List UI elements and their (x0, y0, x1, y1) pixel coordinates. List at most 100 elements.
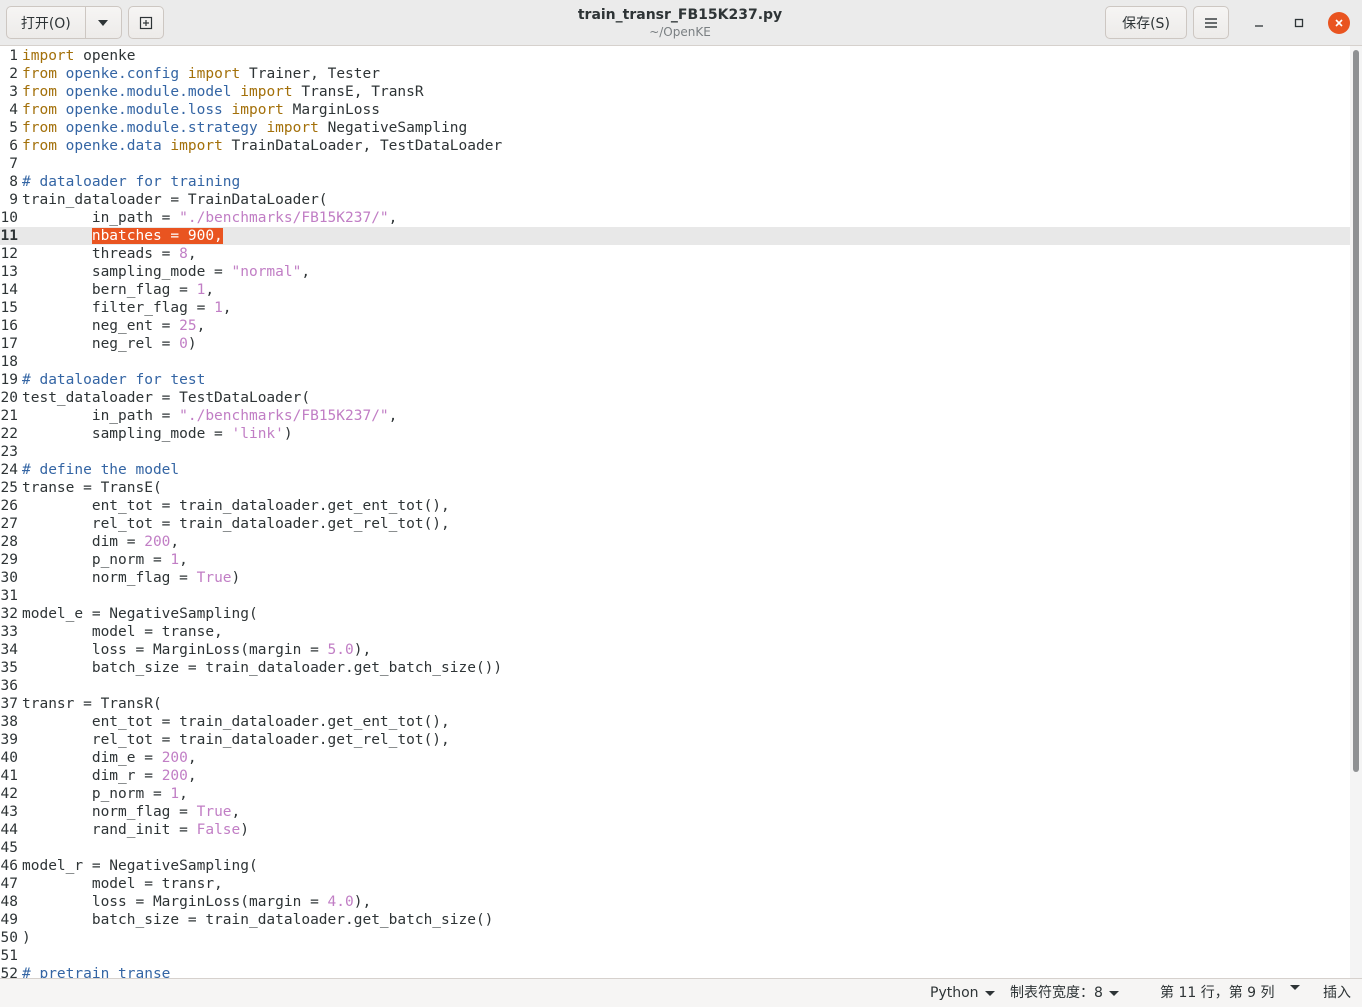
code-line[interactable]: 41 dim_r = 200, (0, 767, 1350, 785)
code-line[interactable]: 23 (0, 443, 1350, 461)
open-button-label[interactable]: 打开(O) (7, 7, 86, 38)
line-code[interactable]: import openke (22, 47, 136, 65)
code-line[interactable]: 31 (0, 587, 1350, 605)
code-line[interactable]: 44 rand_init = False) (0, 821, 1350, 839)
code-line[interactable]: 51 (0, 947, 1350, 965)
code-line[interactable]: 26 ent_tot = train_dataloader.get_ent_to… (0, 497, 1350, 515)
line-code[interactable]: ent_tot = train_dataloader.get_ent_tot()… (22, 713, 450, 731)
line-code[interactable]: loss = MarginLoss(margin = 4.0), (22, 893, 371, 911)
line-code[interactable]: nbatches = 900, (22, 227, 223, 245)
line-code[interactable]: norm_flag = True) (22, 569, 240, 587)
code-line[interactable]: 2 from openke.config import Trainer, Test… (0, 65, 1350, 83)
code-line[interactable]: 19 # dataloader for test (0, 371, 1350, 389)
code-line[interactable]: 36 (0, 677, 1350, 695)
line-code[interactable]: # define the model (22, 461, 179, 479)
line-code[interactable]: in_path = "./benchmarks/FB15K237/", (22, 209, 398, 227)
insert-mode-indicator[interactable]: 插入 (1323, 985, 1351, 1002)
code-line[interactable]: 5 from openke.module.strategy import Nega… (0, 119, 1350, 137)
line-code[interactable]: from openke.module.strategy import Negat… (22, 119, 467, 137)
cursor-position[interactable]: 第 11 行，第 9 列 (1160, 985, 1275, 1002)
vertical-scrollbar[interactable] (1350, 46, 1362, 978)
code-line[interactable]: 20 test_dataloader = TestDataLoader( (0, 389, 1350, 407)
code-line[interactable]: 29 p_norm = 1, (0, 551, 1350, 569)
code-line[interactable]: 43 norm_flag = True, (0, 803, 1350, 821)
line-code[interactable]: model_e = NegativeSampling( (22, 605, 258, 623)
code-line[interactable]: 15 filter_flag = 1, (0, 299, 1350, 317)
line-code[interactable]: # dataloader for training (22, 173, 240, 191)
code-line[interactable]: 14 bern_flag = 1, (0, 281, 1350, 299)
language-selector[interactable]: Python (930, 985, 995, 1002)
line-code[interactable]: dim = 200, (22, 533, 179, 551)
code-line[interactable]: 9 train_dataloader = TrainDataLoader( (0, 191, 1350, 209)
code-line[interactable]: 22 sampling_mode = 'link') (0, 425, 1350, 443)
line-code[interactable]: dim_e = 200, (22, 749, 197, 767)
code-line[interactable]: 1 import openke (0, 47, 1350, 65)
line-code[interactable]: from openke.module.model import TransE, … (22, 83, 424, 101)
line-code[interactable]: batch_size = train_dataloader.get_batch_… (22, 659, 502, 677)
save-button[interactable]: 保存(S) (1105, 6, 1187, 39)
line-code[interactable]: p_norm = 1, (22, 785, 188, 803)
line-code[interactable]: transr = TransR( (22, 695, 162, 713)
code-line[interactable]: 52 # pretrain transe (0, 965, 1350, 978)
open-button[interactable]: 打开(O) (6, 6, 122, 39)
line-code[interactable]: sampling_mode = 'link') (22, 425, 293, 443)
line-code[interactable]: from openke.module.loss import MarginLos… (22, 101, 380, 119)
line-code[interactable]: rel_tot = train_dataloader.get_rel_tot()… (22, 515, 450, 533)
code-line[interactable]: 35 batch_size = train_dataloader.get_bat… (0, 659, 1350, 677)
open-recent-dropdown[interactable] (86, 7, 121, 38)
line-code[interactable]: from openke.config import Trainer, Teste… (22, 65, 380, 83)
line-code[interactable]: model_r = NegativeSampling( (22, 857, 258, 875)
code-line[interactable]: 11 nbatches = 900, (0, 227, 1350, 245)
code-line[interactable]: 32 model_e = NegativeSampling( (0, 605, 1350, 623)
code-line[interactable]: 39 rel_tot = train_dataloader.get_rel_to… (0, 731, 1350, 749)
code-line[interactable]: 46 model_r = NegativeSampling( (0, 857, 1350, 875)
code-line[interactable]: 33 model = transe, (0, 623, 1350, 641)
line-code[interactable]: neg_ent = 25, (22, 317, 206, 335)
new-tab-button[interactable] (128, 6, 164, 39)
line-code[interactable]: from openke.data import TrainDataLoader,… (22, 137, 502, 155)
code-line[interactable]: 4 from openke.module.loss import MarginLo… (0, 101, 1350, 119)
tab-width-selector[interactable]: 制表符宽度：8 (1010, 985, 1119, 1002)
code-line[interactable]: 18 (0, 353, 1350, 371)
code-editor[interactable]: 1 import openke 2 from openke.config import… (0, 46, 1350, 978)
code-line[interactable]: 48 loss = MarginLoss(margin = 4.0), (0, 893, 1350, 911)
code-line[interactable]: 12 threads = 8, (0, 245, 1350, 263)
line-code[interactable]: batch_size = train_dataloader.get_batch_… (22, 911, 494, 929)
maximize-button[interactable] (1288, 12, 1310, 34)
line-code[interactable]: ) (22, 929, 31, 947)
code-line[interactable]: 25 transe = TransE( (0, 479, 1350, 497)
line-code[interactable]: p_norm = 1, (22, 551, 188, 569)
scrollbar-thumb[interactable] (1353, 50, 1359, 772)
line-code[interactable]: filter_flag = 1, (22, 299, 232, 317)
line-code[interactable]: loss = MarginLoss(margin = 5.0), (22, 641, 371, 659)
line-code[interactable]: rel_tot = train_dataloader.get_rel_tot()… (22, 731, 450, 749)
code-line[interactable]: 28 dim = 200, (0, 533, 1350, 551)
line-code[interactable]: model = transe, (22, 623, 223, 641)
line-code[interactable]: # dataloader for test (22, 371, 205, 389)
line-code[interactable]: transe = TransE( (22, 479, 162, 497)
line-code[interactable]: norm_flag = True, (22, 803, 240, 821)
code-line[interactable]: 49 batch_size = train_dataloader.get_bat… (0, 911, 1350, 929)
code-line[interactable]: 8 # dataloader for training (0, 173, 1350, 191)
code-line[interactable]: 45 (0, 839, 1350, 857)
code-line[interactable]: 16 neg_ent = 25, (0, 317, 1350, 335)
line-code[interactable]: bern_flag = 1, (22, 281, 214, 299)
code-line[interactable]: 34 loss = MarginLoss(margin = 5.0), (0, 641, 1350, 659)
line-code[interactable]: train_dataloader = TrainDataLoader( (22, 191, 328, 209)
hamburger-menu-button[interactable] (1193, 6, 1229, 39)
code-line[interactable]: 40 dim_e = 200, (0, 749, 1350, 767)
code-line[interactable]: 42 p_norm = 1, (0, 785, 1350, 803)
line-code[interactable]: neg_rel = 0) (22, 335, 197, 353)
line-code[interactable]: in_path = "./benchmarks/FB15K237/", (22, 407, 398, 425)
line-code[interactable]: # pretrain transe (22, 965, 170, 978)
code-line[interactable]: 6 from openke.data import TrainDataLoader… (0, 137, 1350, 155)
line-code[interactable]: model = transr, (22, 875, 223, 893)
line-code[interactable]: sampling_mode = "normal", (22, 263, 310, 281)
code-line[interactable]: 37 transr = TransR( (0, 695, 1350, 713)
code-line[interactable]: 13 sampling_mode = "normal", (0, 263, 1350, 281)
position-dropdown[interactable] (1290, 985, 1300, 990)
code-line[interactable]: 3 from openke.module.model import TransE,… (0, 83, 1350, 101)
line-code[interactable]: rand_init = False) (22, 821, 249, 839)
close-button[interactable] (1328, 12, 1350, 34)
line-code[interactable]: threads = 8, (22, 245, 197, 263)
